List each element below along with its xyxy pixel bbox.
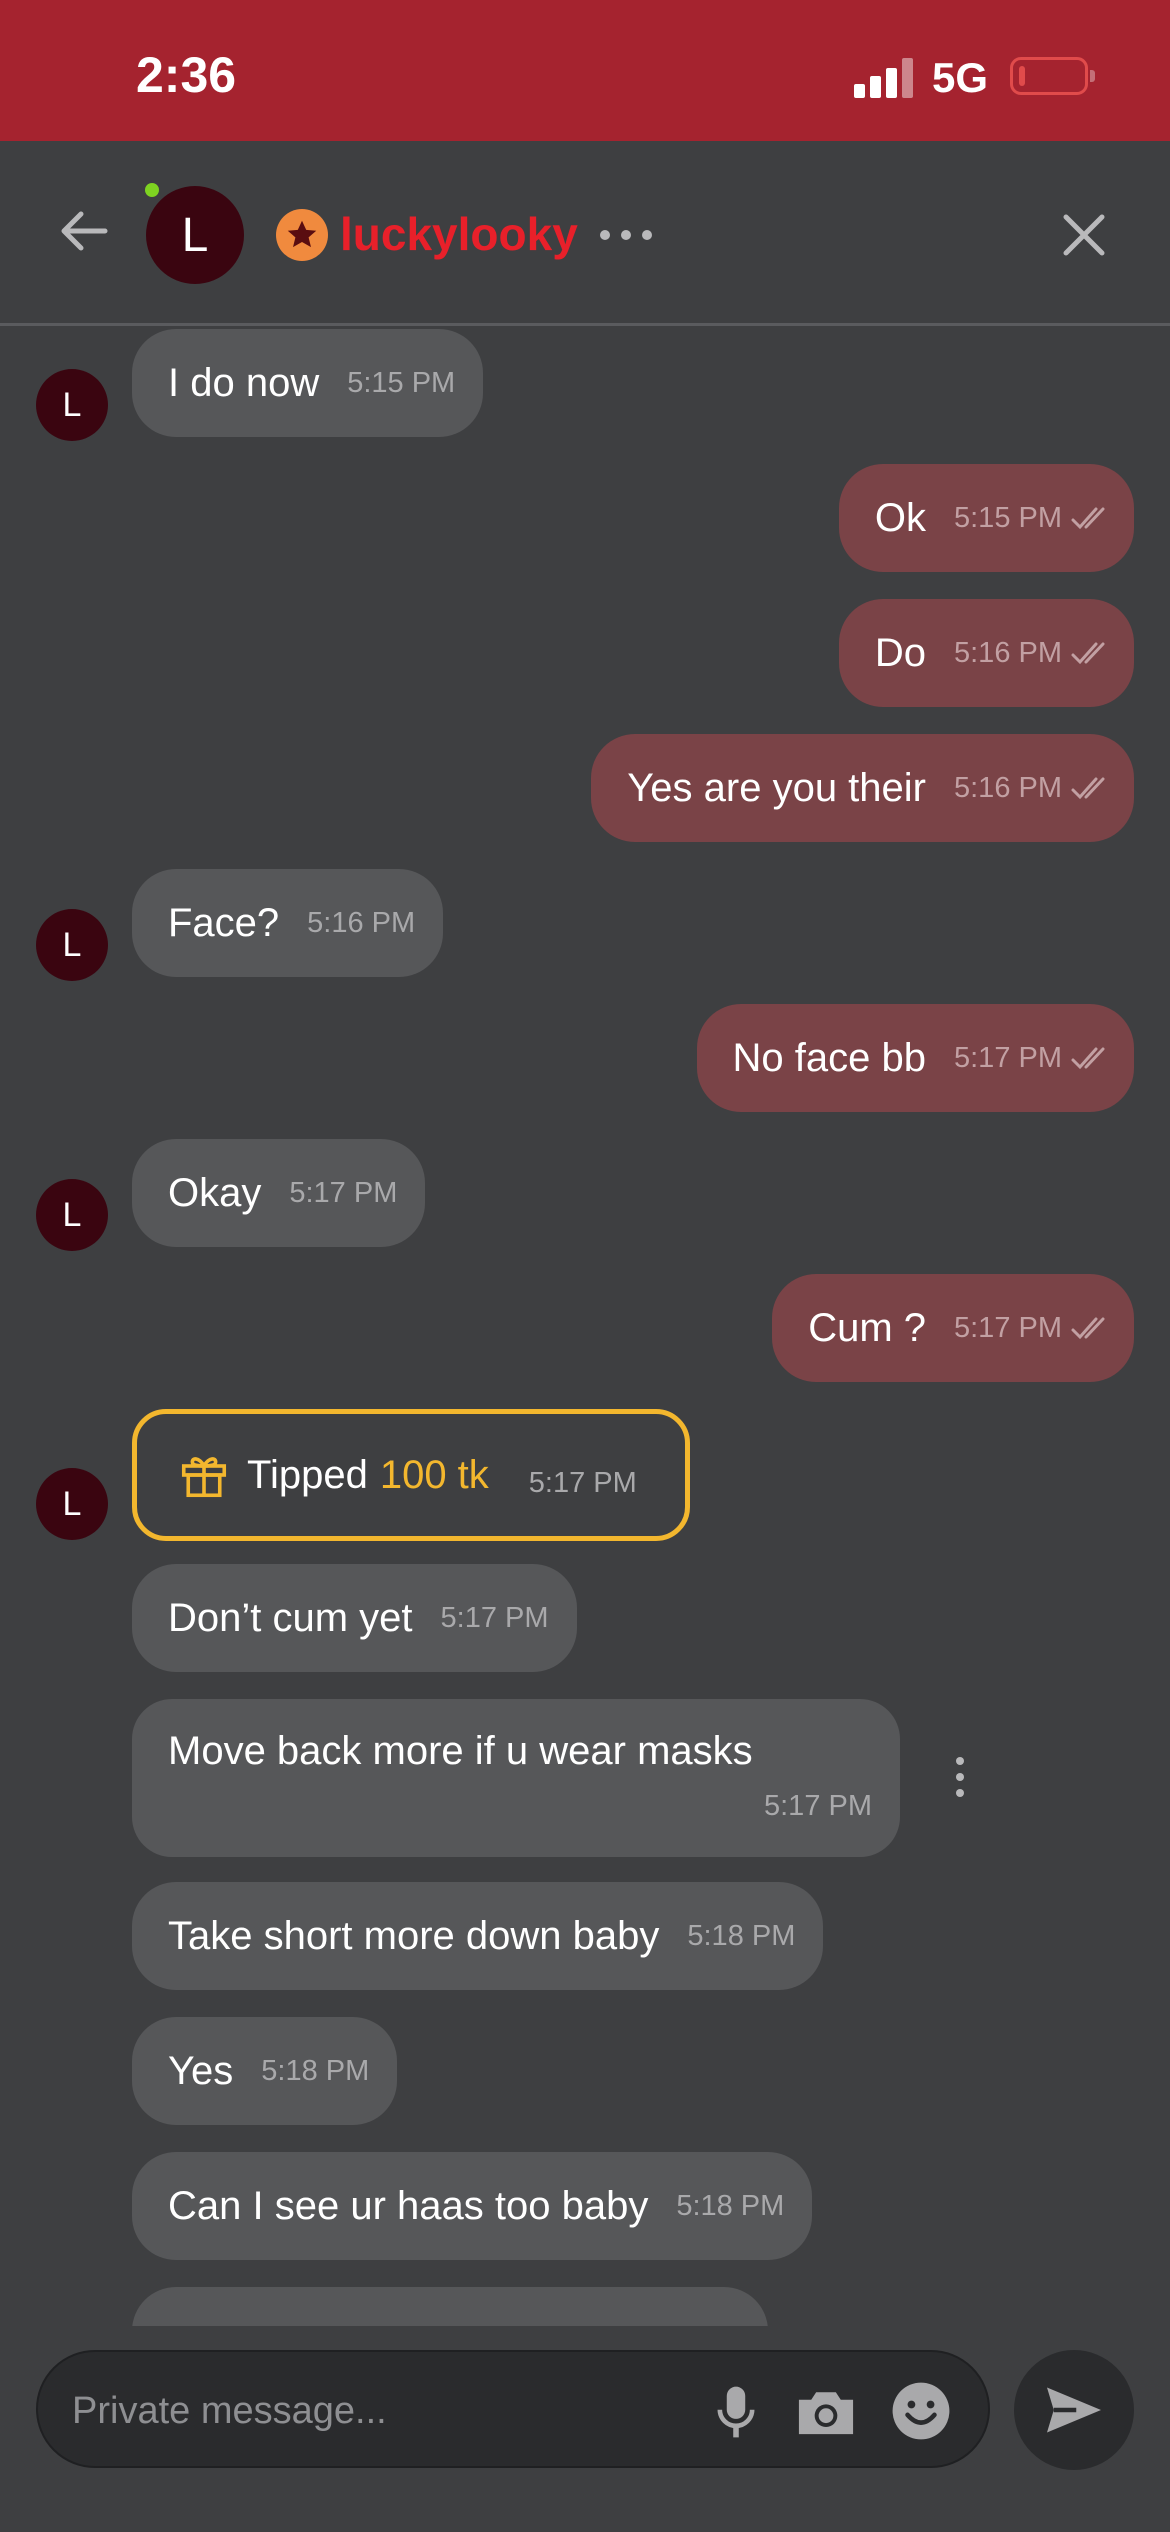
message-text: Do xyxy=(874,630,926,675)
incoming-message[interactable]: I do now 5:15 PM xyxy=(132,329,484,437)
sender-avatar[interactable]: L xyxy=(36,1468,108,1540)
close-icon xyxy=(1063,214,1105,256)
message-time: 5:16 PM xyxy=(954,771,1062,804)
camera-button[interactable] xyxy=(794,2384,858,2445)
message-options-button[interactable] xyxy=(952,1757,968,1799)
incoming-message[interactable]: Move back more if u wear masks 5:17 PM xyxy=(132,1699,900,1857)
message-time: 5:16 PM xyxy=(954,636,1062,669)
message-time: 5:15 PM xyxy=(954,501,1062,534)
close-button[interactable] xyxy=(1056,207,1112,263)
message-time: 5:17 PM xyxy=(954,1311,1062,1344)
back-button[interactable] xyxy=(55,201,115,261)
message-time: 5:17 PM xyxy=(440,1601,549,1634)
outgoing-message[interactable]: Do 5:16 PM xyxy=(838,599,1134,707)
more-horizontal-icon xyxy=(600,230,610,240)
double-check-icon xyxy=(1071,1047,1105,1070)
message-time: 5:17 PM xyxy=(954,1041,1062,1074)
gift-icon xyxy=(181,1457,227,1498)
online-indicator xyxy=(145,183,159,197)
message-text: Don’t cum yet xyxy=(168,1595,413,1640)
composer xyxy=(36,2350,990,2468)
message-text: Okay xyxy=(168,1170,262,1215)
outgoing-message[interactable]: Yes are you their 5:16 PM xyxy=(591,734,1134,842)
incoming-message[interactable] xyxy=(132,2287,768,2326)
double-check-icon xyxy=(1071,642,1105,665)
more-vertical-icon xyxy=(956,1757,964,1765)
send-icon xyxy=(1047,2387,1101,2433)
message-time: 5:18 PM xyxy=(687,1919,796,1952)
incoming-message[interactable]: Yes 5:18 PM xyxy=(132,2017,398,2125)
outgoing-message[interactable]: Cum ? 5:17 PM xyxy=(772,1274,1134,1382)
tip-amount: 100 tk xyxy=(379,1452,489,1497)
message-time: 5:18 PM xyxy=(261,2054,370,2087)
message-text: Take short more down baby xyxy=(168,1913,660,1958)
tip-label: Tipped xyxy=(247,1452,368,1497)
chat-header: L luckylooky xyxy=(0,141,1170,326)
composer-bar xyxy=(0,2326,1170,2532)
message-time: 5:17 PM xyxy=(289,1176,398,1209)
incoming-message[interactable]: Can I see ur haas too baby 5:18 PM xyxy=(132,2152,813,2260)
message-time: 5:17 PM xyxy=(528,1466,637,1499)
double-check-icon xyxy=(1071,777,1105,800)
double-check-icon xyxy=(1071,507,1105,530)
message-text: Move back more if u wear masks xyxy=(168,1729,753,1773)
incoming-message[interactable]: Don’t cum yet 5:17 PM xyxy=(132,1564,577,1672)
network-label: 5G xyxy=(932,54,989,101)
message-text: I do now xyxy=(168,360,320,405)
status-bar: 2:36 5G xyxy=(0,0,1170,141)
emoji-button[interactable] xyxy=(890,2380,952,2447)
incoming-message[interactable]: Take short more down baby 5:18 PM xyxy=(132,1882,824,1990)
message-input[interactable] xyxy=(72,2386,712,2436)
back-arrow-icon xyxy=(61,211,108,251)
message-text: Cum ? xyxy=(808,1305,926,1350)
message-time: 5:18 PM xyxy=(676,2189,785,2222)
message-text: Ok xyxy=(874,495,926,540)
message-text: Face? xyxy=(168,900,280,945)
star-badge-icon xyxy=(276,209,328,261)
message-text: Yes are you their xyxy=(627,765,926,810)
sender-avatar[interactable]: L xyxy=(36,1179,108,1251)
more-options-button[interactable] xyxy=(598,223,654,247)
sender-avatar[interactable]: L xyxy=(36,909,108,981)
outgoing-message[interactable]: Ok 5:15 PM xyxy=(838,464,1134,572)
message-time: 5:16 PM xyxy=(307,906,416,939)
message-text: Can I see ur haas too baby xyxy=(168,2183,649,2228)
message-text: No face bb xyxy=(732,1035,926,1080)
battery-icon xyxy=(1010,57,1095,95)
message-list[interactable]: L I do now 5:15 PM Ok 5:15 PM Do 5:16 PM… xyxy=(0,326,1170,2326)
outgoing-message[interactable]: No face bb 5:17 PM xyxy=(696,1004,1134,1112)
tip-message[interactable]: Tipped 100 tk 5:17 PM xyxy=(132,1409,690,1541)
message-time: 5:15 PM xyxy=(347,366,456,399)
microphone-icon xyxy=(717,2386,755,2438)
incoming-message[interactable]: Face? 5:16 PM xyxy=(132,869,444,977)
avatar[interactable]: L xyxy=(146,186,244,284)
sender-avatar[interactable]: L xyxy=(36,369,108,441)
signal-icon xyxy=(854,58,914,98)
camera-icon xyxy=(798,2392,854,2435)
double-check-icon xyxy=(1071,1317,1105,1340)
incoming-message[interactable]: Okay 5:17 PM xyxy=(132,1139,426,1247)
microphone-button[interactable] xyxy=(708,2382,764,2447)
emoji-icon xyxy=(892,2382,950,2440)
status-time: 2:36 xyxy=(136,47,237,103)
message-text: Yes xyxy=(168,2048,234,2093)
username[interactable]: luckylooky xyxy=(340,207,578,261)
send-button[interactable] xyxy=(1014,2350,1134,2470)
message-time: 5:17 PM xyxy=(764,1790,872,1822)
